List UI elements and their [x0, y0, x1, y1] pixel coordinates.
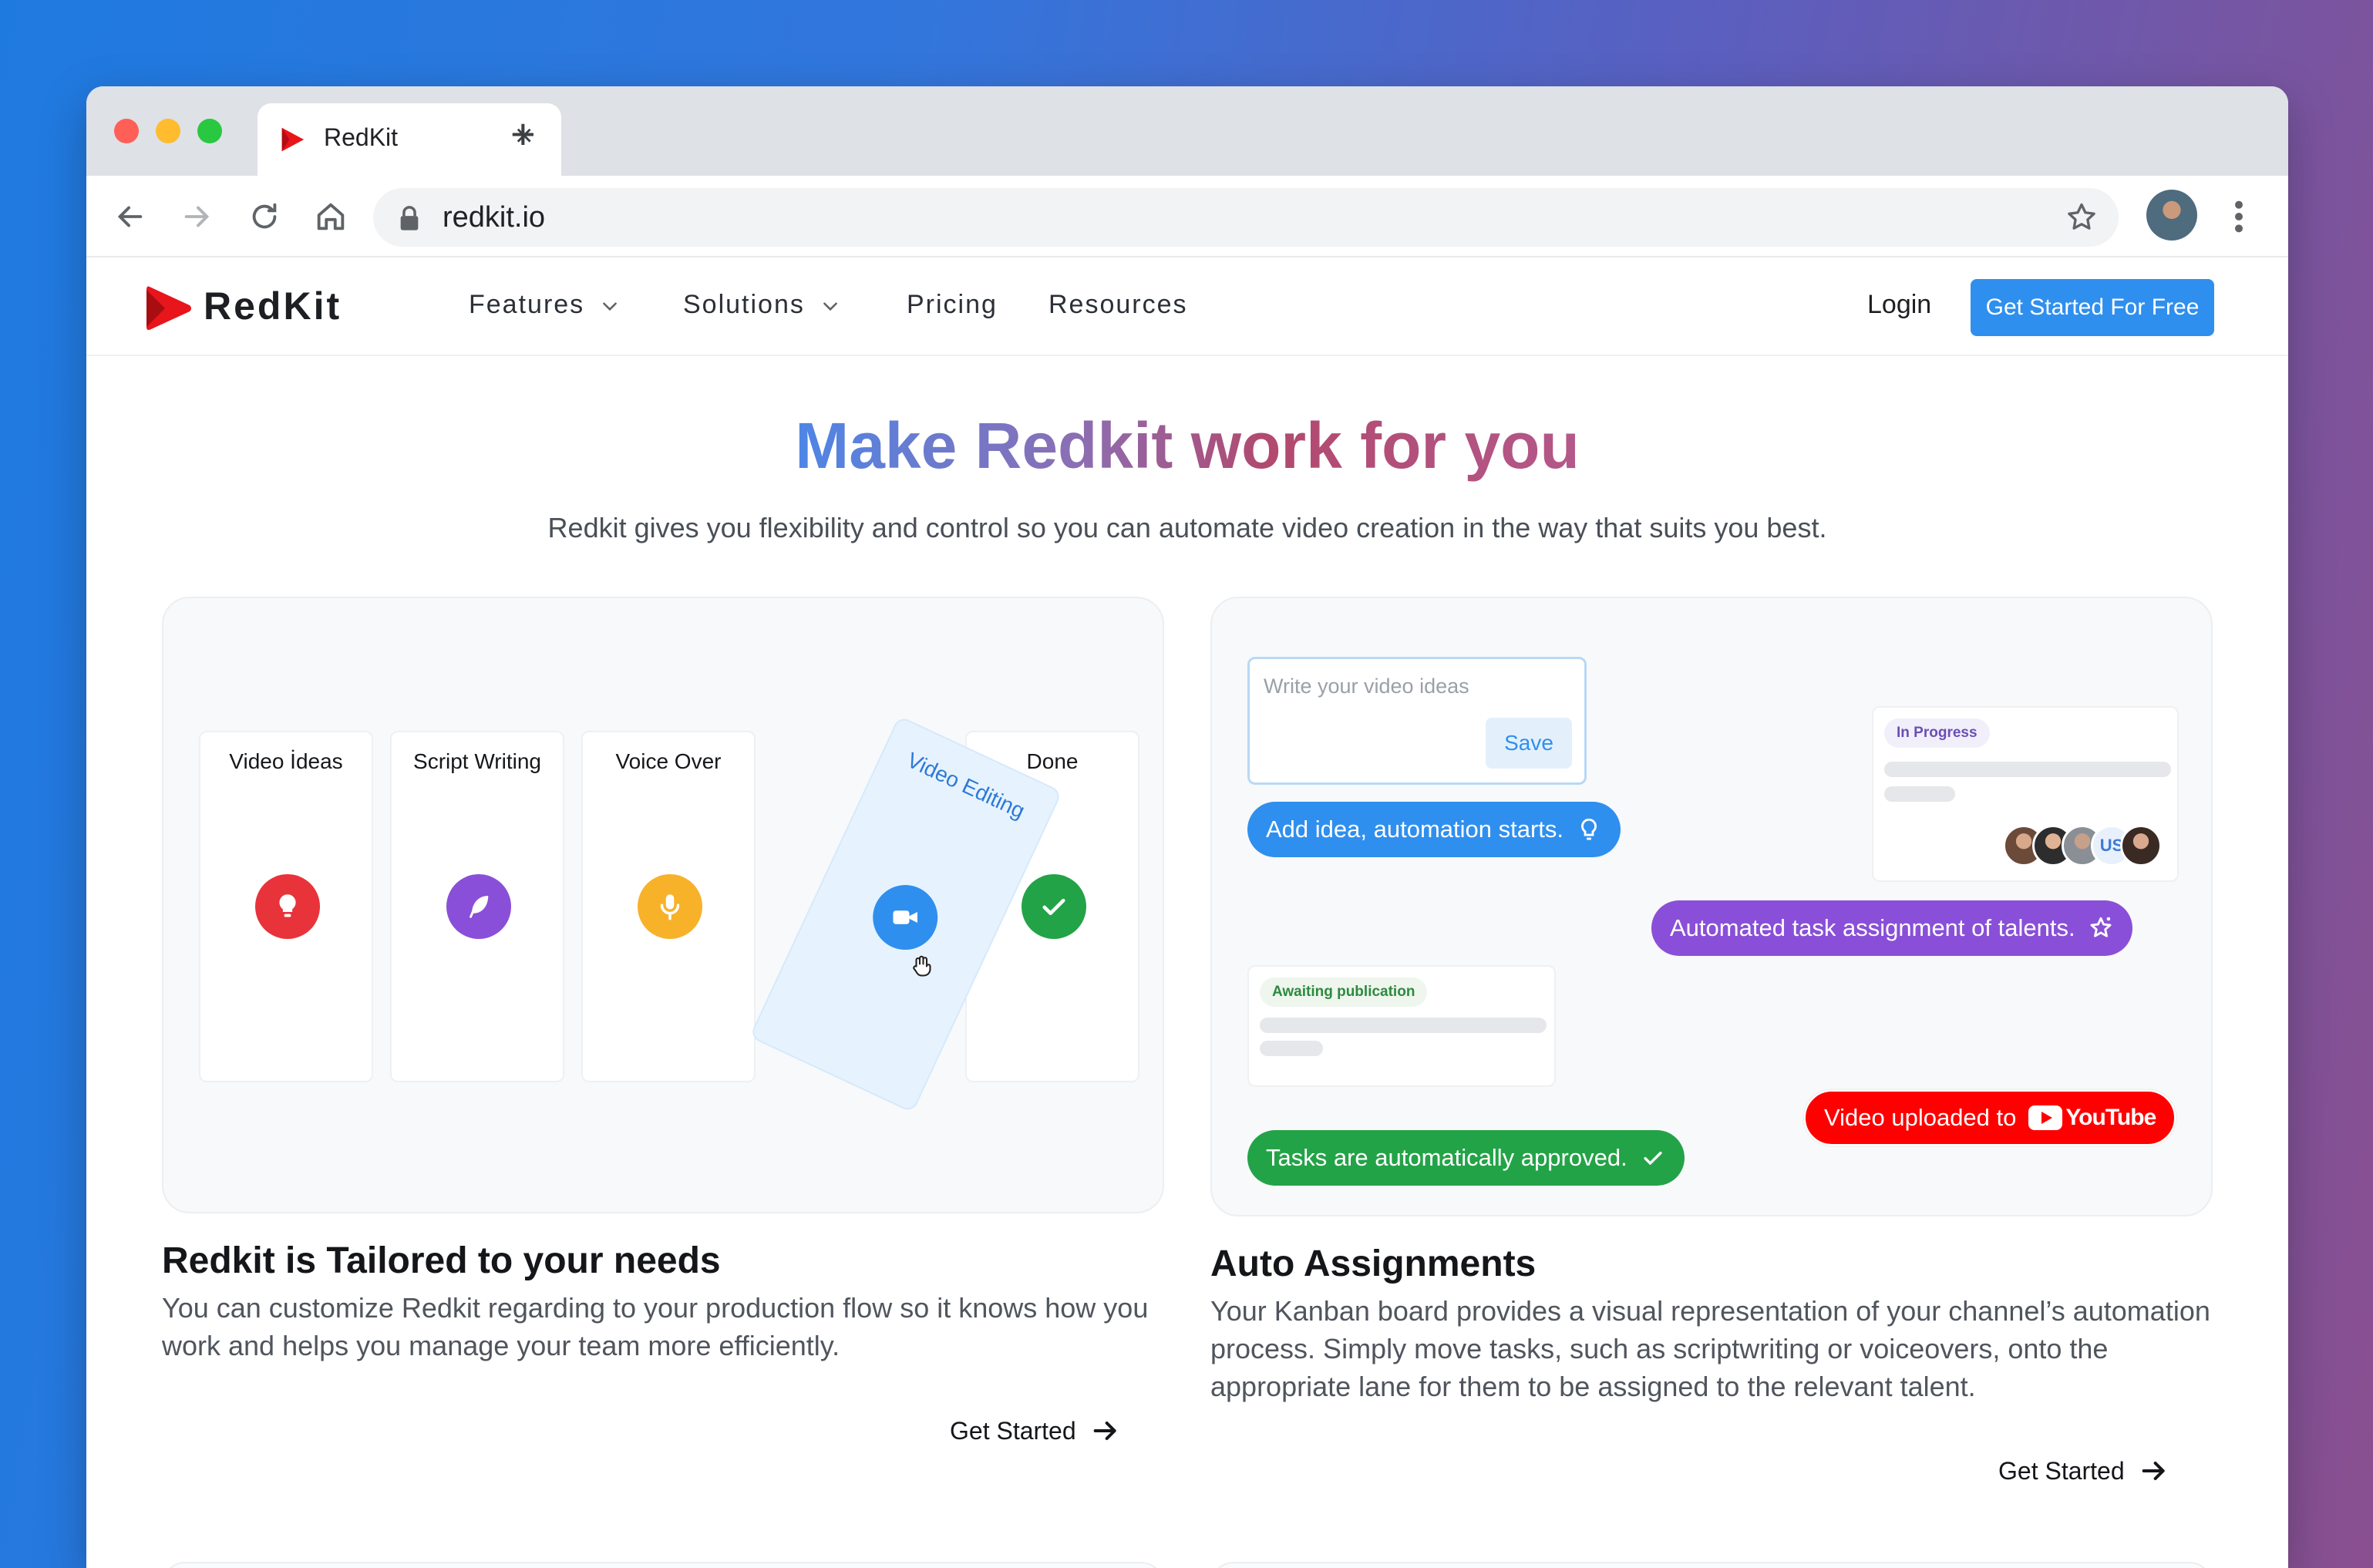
arrow-right-icon	[2142, 1462, 2165, 1480]
video-camera-icon	[873, 885, 938, 951]
lane-label: Script Writing	[413, 749, 541, 773]
task-card-in-progress: In Progress US	[1872, 706, 2179, 882]
nav-features-label: Features	[469, 290, 585, 319]
login-link[interactable]: Login	[1867, 290, 1931, 320]
youtube-upload-pill: Video uploaded to YouTube	[1804, 1090, 2176, 1146]
check-icon	[1644, 1151, 1662, 1165]
grab-hand-cursor-icon	[913, 955, 931, 977]
get-started-link[interactable]: Get Started	[1998, 1455, 2169, 1486]
hero-title: Make Redkit work for you	[86, 410, 2288, 481]
skeleton-line	[1884, 786, 1955, 802]
skeleton-line	[1260, 1041, 1323, 1056]
lane-label: Voice Over	[615, 749, 722, 773]
youtube-logo-icon: YouTube	[2028, 1105, 2156, 1131]
add-idea-pill: Add idea, automation starts.	[1247, 802, 1621, 857]
reload-icon[interactable]	[247, 199, 282, 234]
browser-toolbar: redkit.io	[86, 176, 2288, 257]
browser-window: RedKit × + redkit.io RedKit Features Sol…	[86, 86, 2288, 1568]
task-card-awaiting: Awaiting publication	[1247, 965, 1556, 1087]
address-bar[interactable]: redkit.io	[373, 188, 2119, 247]
youtube-upload-text: Video uploaded to	[1824, 1104, 2017, 1131]
lightbulb-icon	[255, 874, 320, 939]
new-tab-button[interactable]: +	[510, 113, 536, 156]
redkit-favicon-icon	[281, 127, 305, 152]
forward-arrow-icon[interactable]	[179, 199, 214, 234]
get-started-free-button[interactable]: Get Started For Free	[1971, 279, 2214, 336]
tab-bar: RedKit × +	[86, 86, 2288, 176]
lightbulb-outline-icon	[1581, 818, 1597, 840]
lane-video-ideas: Video İdeas	[199, 731, 373, 1082]
next-card-right	[1210, 1562, 2213, 1568]
get-started-label: Get Started	[1998, 1456, 2125, 1485]
nav-pricing[interactable]: Pricing	[907, 290, 998, 320]
nav-features[interactable]: Features	[469, 290, 620, 320]
auto-assignment-text: Automated task assignment of talents.	[1670, 914, 2075, 941]
section-body-auto-assignments: Your Kanban board provides a visual repr…	[1210, 1295, 2210, 1402]
close-window-button[interactable]	[114, 119, 139, 143]
avatar	[2120, 825, 2162, 866]
sparkle-star-icon	[2090, 917, 2112, 937]
hero-title-text: Make Redkit work for you	[795, 409, 1580, 482]
assigned-avatars: US	[2003, 825, 2162, 868]
automation-illustration-card: Write your video ideas Save Add idea, au…	[1210, 597, 2213, 1216]
home-icon[interactable]	[313, 199, 348, 234]
hero-subtitle: Redkit gives you flexibility and control…	[547, 512, 1827, 543]
video-idea-input[interactable]: Write your video ideas Save	[1247, 657, 1587, 785]
back-arrow-icon[interactable]	[113, 199, 148, 234]
maximize-window-button[interactable]	[197, 119, 222, 143]
nav-solutions[interactable]: Solutions	[683, 290, 840, 320]
check-icon	[1022, 874, 1086, 939]
profile-avatar[interactable]	[2146, 190, 2197, 241]
redkit-logo-icon[interactable]	[145, 284, 193, 333]
chevron-down-icon	[823, 302, 837, 311]
bookmark-star-icon[interactable]	[2065, 200, 2099, 234]
get-started-link[interactable]: Get Started	[950, 1415, 1121, 1446]
get-started-label: Get Started	[950, 1416, 1076, 1445]
next-card-left	[162, 1562, 1164, 1568]
lane-script-writing: Script Writing	[390, 731, 564, 1082]
minimize-window-button[interactable]	[156, 119, 180, 143]
status-badge: Awaiting publication	[1260, 977, 1428, 1007]
lock-icon	[400, 206, 419, 230]
chevron-down-icon	[603, 302, 618, 311]
lane-label: Video İdeas	[229, 749, 343, 773]
auto-approved-pill: Tasks are automatically approved.	[1247, 1130, 1685, 1186]
youtube-wordmark: YouTube	[2065, 1105, 2156, 1130]
feather-icon	[446, 874, 511, 939]
nav-solutions-label: Solutions	[683, 290, 805, 319]
auto-approved-text: Tasks are automatically approved.	[1266, 1144, 1627, 1171]
brand-name[interactable]: RedKit	[204, 284, 342, 328]
skeleton-line	[1260, 1018, 1547, 1033]
save-button[interactable]: Save	[1486, 718, 1572, 769]
video-idea-placeholder: Write your video ideas	[1264, 675, 1469, 698]
kanban-illustration-card: Video İdeas Script Writing Voice Over Do…	[162, 597, 1164, 1213]
site-header: RedKit Features Solutions Pricing Resour…	[86, 257, 2288, 356]
youtube-play-icon	[2028, 1105, 2063, 1130]
section-title-auto-assignments: Auto Assignments	[1210, 1243, 1537, 1284]
url-text: redkit.io	[443, 201, 546, 234]
skeleton-line	[1884, 762, 2171, 777]
auto-assignment-pill: Automated task assignment of talents.	[1651, 900, 2132, 956]
add-idea-text: Add idea, automation starts.	[1266, 816, 1564, 843]
section-title-tailored: Redkit is Tailored to your needs	[162, 1240, 721, 1281]
arrow-right-icon	[1093, 1422, 1116, 1440]
microphone-icon	[638, 874, 702, 939]
tab-title: RedKit	[324, 123, 399, 151]
section-body-tailored: You can customize Redkit regarding to yo…	[162, 1292, 1149, 1361]
more-menu-icon[interactable]	[2234, 199, 2243, 234]
lane-voice-over: Voice Over	[581, 731, 756, 1082]
nav-resources[interactable]: Resources	[1048, 290, 1188, 320]
status-badge: In Progress	[1884, 718, 1990, 748]
